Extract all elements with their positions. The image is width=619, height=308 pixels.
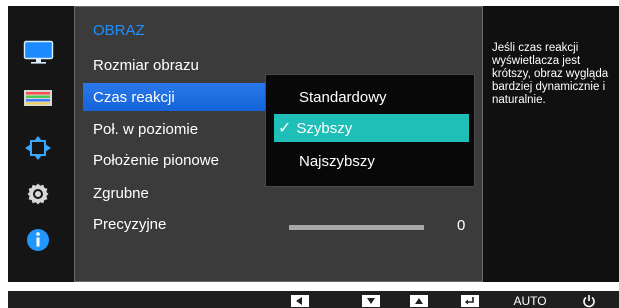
up-arrow-icon [410,295,428,307]
help-line: bardziej dynamicznie i [492,81,606,93]
menu-title: OBRAZ [93,22,145,39]
option-standard[interactable]: Standardowy [274,83,469,111]
option-fastest-label: Najszybszy [299,152,375,170]
option-faster-label: Szybszy [296,119,353,137]
option-standard-label: Standardowy [299,88,387,106]
monitor-control-bar: AUTO [8,291,619,308]
monitor-icon [23,40,53,64]
enter-icon [461,295,479,307]
down-arrow-icon [362,295,380,307]
fine-adjustment-value: 0 [457,217,466,234]
down-button[interactable] [360,294,382,308]
category-rail [8,6,74,282]
color-category-button[interactable] [21,84,55,112]
help-line: Jeśli czas reakcji [492,42,579,54]
settings-category-button[interactable] [21,180,55,208]
left-button[interactable] [289,294,311,308]
gear-icon [27,183,49,205]
power-icon [583,295,595,308]
up-button[interactable] [408,294,430,308]
picture-category-button[interactable] [21,38,55,66]
menu-item-vertical-position[interactable]: Położenie pionowe [93,152,219,169]
response-time-options: Standardowy ✓ Szybszy Najszybszy [265,74,475,187]
resize-arrows-icon [25,136,51,160]
info-icon [27,229,49,251]
osd-menu: OBRAZ Rozmiar obrazu Czas reakcji Poł. w… [8,6,619,282]
size-position-category-button[interactable] [21,134,55,162]
menu-item-horizontal-position[interactable]: Poł. w poziomie [93,121,198,138]
menu-item-fine[interactable]: Precyzyjne [93,216,166,233]
color-bars-icon [24,90,52,106]
checkmark-icon: ✓ [278,120,292,137]
help-line: naturalnie. [492,94,546,106]
option-fastest[interactable]: Najszybszy [274,147,469,175]
menu-item-coarse[interactable]: Zgrubne [93,185,149,202]
option-faster[interactable]: ✓ Szybszy [274,114,469,142]
enter-button[interactable] [459,294,481,308]
auto-button[interactable]: AUTO [510,294,550,308]
left-arrow-icon [291,295,309,307]
information-category-button[interactable] [21,226,55,254]
help-line: krótszy, obraz wygląda [492,68,609,80]
help-text: Jeśli czas reakcji wyświetlacza jest kró… [492,42,619,107]
help-line: wyświetlacza jest [492,55,581,67]
menu-item-image-size[interactable]: Rozmiar obrazu [93,57,199,74]
fine-adjustment-slider[interactable] [289,225,424,230]
power-button[interactable] [578,294,600,308]
